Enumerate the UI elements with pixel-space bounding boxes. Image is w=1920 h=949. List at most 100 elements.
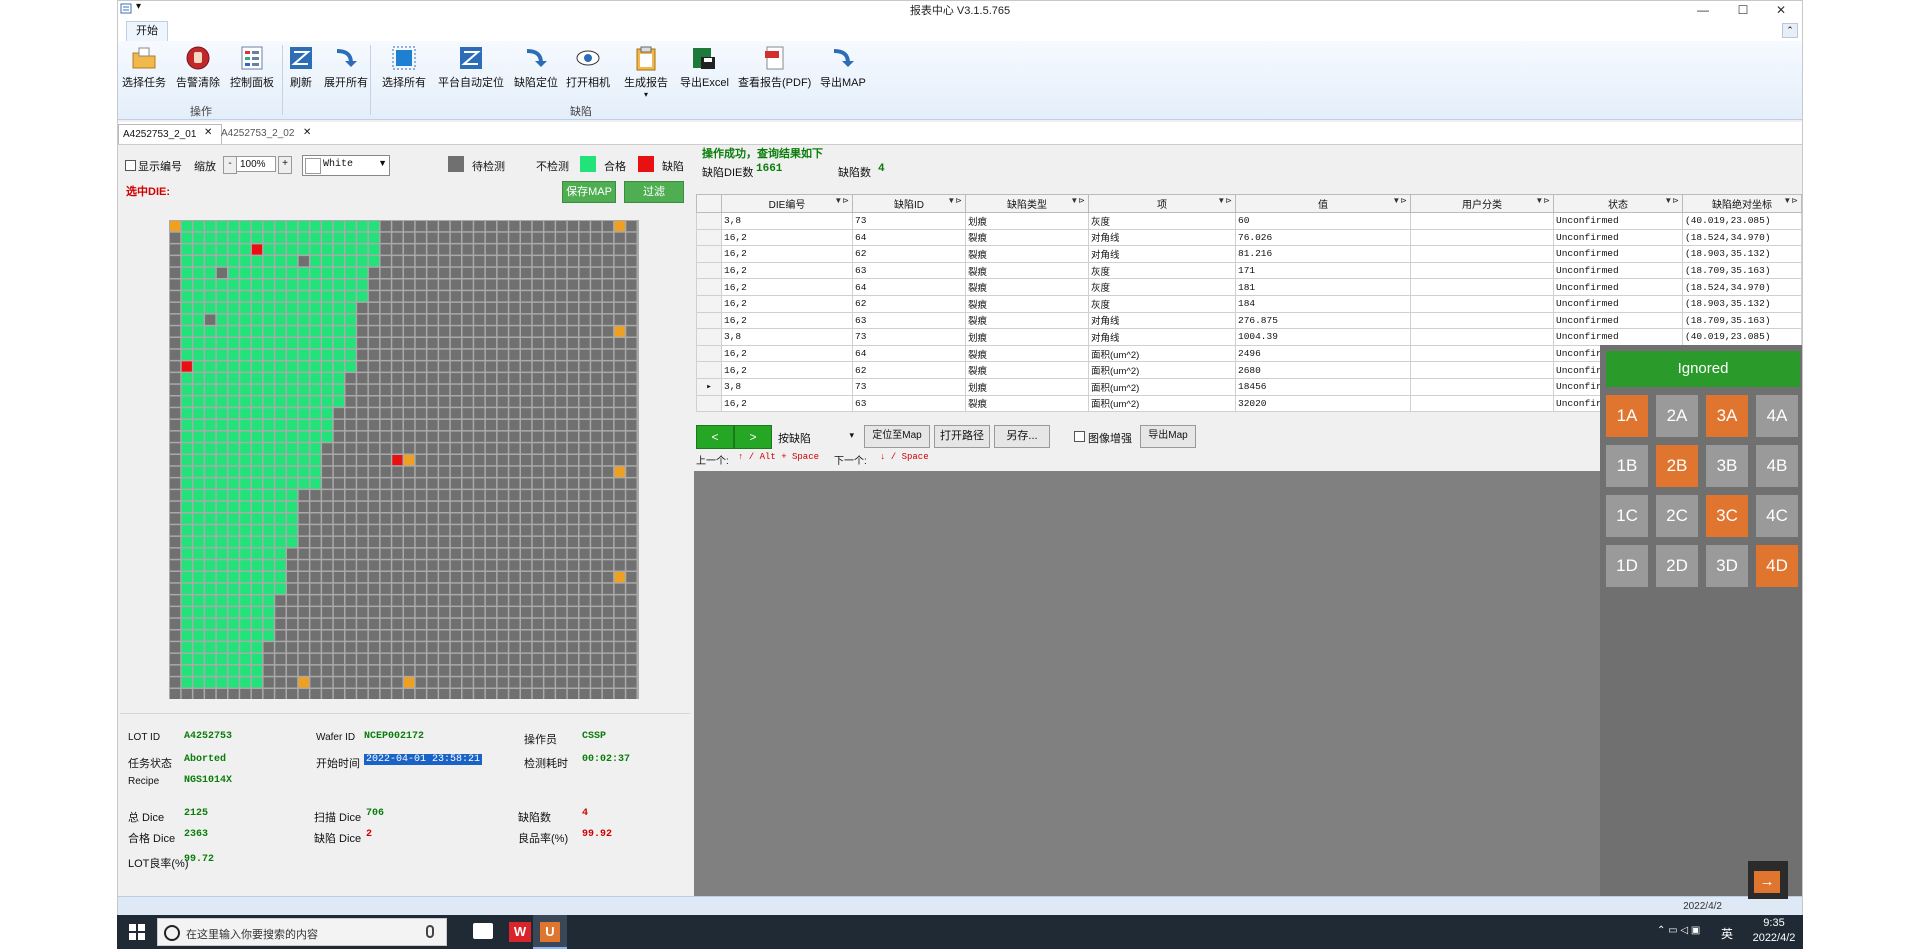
wafer-die[interactable]	[626, 583, 637, 594]
wafer-die[interactable]	[357, 642, 368, 653]
wafer-die[interactable]	[287, 513, 298, 524]
wafer-die[interactable]	[404, 466, 415, 477]
wafer-die[interactable]	[521, 677, 532, 688]
wafer-die[interactable]	[322, 419, 333, 431]
wafer-die[interactable]	[614, 466, 625, 477]
wafer-die[interactable]	[287, 349, 298, 360]
wafer-die[interactable]	[345, 490, 356, 501]
color-select[interactable]: White ▼	[302, 155, 390, 176]
wafer-die[interactable]	[497, 361, 508, 372]
wafer-die[interactable]	[462, 326, 473, 337]
wafer-die[interactable]	[439, 677, 450, 688]
wafer-die[interactable]	[626, 408, 637, 419]
wafer-die[interactable]	[450, 279, 461, 290]
wafer-die[interactable]	[415, 443, 426, 454]
open-camera-button[interactable]: 打开相机	[566, 45, 610, 90]
wafer-die[interactable]	[205, 338, 216, 349]
wafer-die[interactable]	[310, 595, 321, 606]
wafer-die[interactable]	[485, 419, 497, 431]
wafer-die[interactable]	[368, 221, 380, 232]
wafer-die[interactable]	[170, 279, 181, 290]
wafer-die[interactable]	[427, 244, 438, 255]
wafer-die[interactable]	[497, 689, 508, 699]
wafer-die[interactable]	[357, 595, 368, 606]
wafer-die[interactable]	[509, 665, 520, 676]
wafer-die[interactable]	[322, 677, 333, 688]
wafer-die[interactable]	[497, 607, 508, 618]
wafer-die[interactable]	[240, 256, 251, 267]
wafer-die[interactable]	[322, 478, 333, 489]
wafer-die[interactable]	[216, 478, 227, 489]
wafer-die[interactable]	[333, 408, 344, 419]
wafer-die[interactable]	[263, 490, 274, 501]
wafer-die[interactable]	[626, 256, 637, 267]
wafer-die[interactable]	[380, 338, 391, 349]
wafer-die[interactable]	[345, 548, 356, 559]
filter-icon[interactable]: ▼⊳	[1392, 196, 1407, 205]
wafer-die[interactable]	[170, 665, 181, 676]
wafer-die[interactable]	[485, 525, 497, 536]
wafer-die[interactable]	[532, 431, 543, 442]
wafer-die[interactable]	[404, 314, 415, 325]
wafer-die[interactable]	[532, 419, 543, 431]
wafer-die[interactable]	[591, 595, 602, 606]
wafer-die[interactable]	[427, 455, 438, 466]
wafer-die[interactable]	[450, 583, 461, 594]
wafer-die[interactable]	[345, 665, 356, 676]
wafer-die[interactable]	[427, 466, 438, 477]
wafer-die[interactable]	[368, 653, 380, 665]
wafer-die[interactable]	[380, 267, 391, 278]
wafer-die[interactable]	[404, 525, 415, 536]
wafer-die[interactable]	[485, 513, 497, 524]
wafer-die[interactable]	[532, 536, 543, 548]
wafer-die[interactable]	[345, 572, 356, 583]
wafer-die[interactable]	[333, 291, 344, 302]
wafer-die[interactable]	[567, 373, 578, 384]
wafer-die[interactable]	[626, 349, 637, 360]
wafer-die[interactable]	[170, 583, 181, 594]
wafer-die[interactable]	[228, 314, 239, 325]
wafer-die[interactable]	[462, 408, 473, 419]
wafer-die[interactable]	[602, 560, 614, 571]
wafer-die[interactable]	[251, 361, 263, 372]
close-button[interactable]: ✕	[1766, 3, 1796, 17]
wafer-die[interactable]	[404, 396, 415, 407]
wafer-die[interactable]	[591, 349, 602, 360]
wafer-die[interactable]	[556, 630, 567, 641]
wafer-die[interactable]	[497, 513, 508, 524]
wafer-die[interactable]	[485, 583, 497, 594]
wafer-die[interactable]	[368, 536, 380, 548]
wafer-die[interactable]	[579, 653, 590, 665]
wafer-die[interactable]	[205, 244, 216, 255]
wafer-die[interactable]	[474, 466, 485, 477]
microphone-icon[interactable]	[426, 925, 434, 938]
wafer-die[interactable]	[602, 630, 614, 641]
wafer-die[interactable]	[626, 536, 637, 548]
wafer-die[interactable]	[485, 396, 497, 407]
wafer-die[interactable]	[275, 677, 286, 688]
wafer-die[interactable]	[170, 630, 181, 641]
wafer-die[interactable]	[216, 338, 227, 349]
ime-indicator[interactable]: 英	[1721, 925, 1733, 942]
wafer-die[interactable]	[392, 431, 403, 442]
wafer-die[interactable]	[310, 607, 321, 618]
wafer-die[interactable]	[263, 583, 274, 594]
wafer-die[interactable]	[380, 244, 391, 255]
wafer-die[interactable]	[439, 326, 450, 337]
wafer-die[interactable]	[450, 267, 461, 278]
wafer-die[interactable]	[322, 572, 333, 583]
wafer-die[interactable]	[427, 338, 438, 349]
wafer-die[interactable]	[205, 583, 216, 594]
wafer-die[interactable]	[392, 572, 403, 583]
wafer-die[interactable]	[544, 689, 555, 699]
wafer-die[interactable]	[263, 560, 274, 571]
wafer-map[interactable]	[169, 220, 639, 699]
class-button-1c[interactable]: 1C	[1606, 495, 1648, 537]
wafer-die[interactable]	[626, 455, 637, 466]
wafer-die[interactable]	[509, 478, 520, 489]
wafer-die[interactable]	[626, 361, 637, 372]
wafer-die[interactable]	[544, 653, 555, 665]
wafer-die[interactable]	[345, 291, 356, 302]
wafer-die[interactable]	[474, 302, 485, 314]
wafer-die[interactable]	[521, 396, 532, 407]
